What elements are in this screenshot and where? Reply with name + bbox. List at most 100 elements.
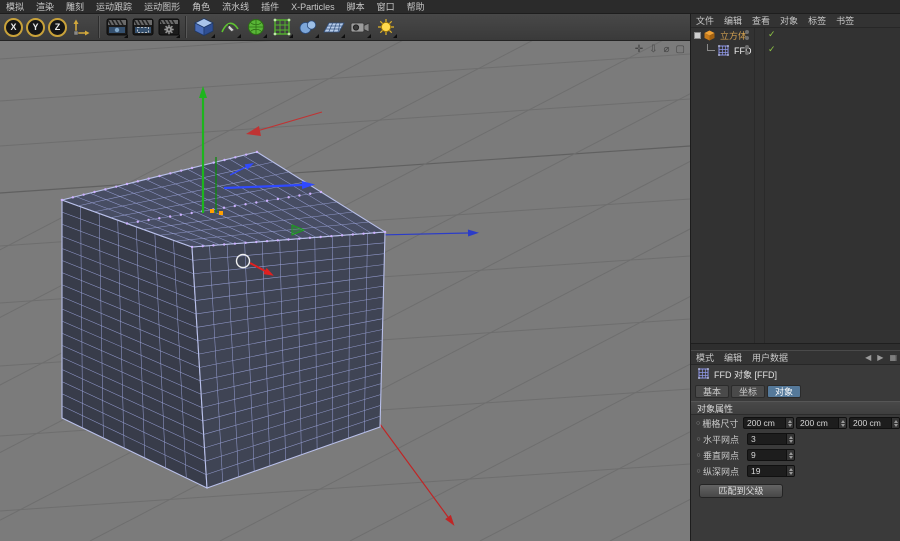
match-to-parent-button[interactable]: 匹配到父级 [699,484,783,498]
rotate-view-icon[interactable]: ⌀ [664,44,670,56]
panel-menu-item[interactable]: 文件 [691,14,719,27]
field-value[interactable]: 200 cm [850,418,891,428]
field-value[interactable]: 19 [748,466,786,476]
panel-menu-item[interactable]: 编辑 [719,351,747,364]
axis-z-lock-button[interactable]: Z [48,17,67,37]
menubar-item[interactable]: 脚本 [341,0,371,13]
panel-menu-item[interactable]: 编辑 [719,14,747,27]
number-field[interactable]: 200 cm [849,417,900,429]
stepper[interactable] [786,450,794,460]
attribute-tab[interactable]: 基本 [695,384,730,398]
field-value[interactable]: 3 [748,434,786,444]
object-row[interactable]: FFD ✓ [691,43,900,58]
column-separator [754,28,755,343]
axis-x-lock-button[interactable]: X [4,17,23,37]
field-group: 19 [747,465,795,477]
floor-icon[interactable] [321,15,346,39]
attribute-label: 垂直网点 [703,450,740,461]
enable-check-tag[interactable]: ✓ [768,44,776,55]
visibility-dots[interactable] [745,30,749,40]
expand-toggle[interactable] [694,32,701,39]
axis-y-label: Y [32,22,39,32]
panel-menu-item[interactable]: 标签 [803,14,831,27]
attribute-title: FFD 对象 [FFD] [714,369,777,380]
coordinate-system-icon[interactable] [69,15,94,39]
stepper[interactable] [786,466,794,476]
menubar-item[interactable]: X-Particles [285,2,341,12]
menubar-item[interactable]: 帮助 [401,0,431,13]
subdivision-surface-icon[interactable] [243,15,268,39]
field-group: 3 [747,433,795,445]
toolbar-separator [185,16,187,38]
field-value[interactable]: 200 cm [797,418,838,428]
viewport-nav: ✛ ⇩ ⌀ ▢ [635,44,685,56]
stepper[interactable] [891,418,899,428]
menubar-item[interactable]: 流水线 [216,0,255,13]
panel-menu-item[interactable]: 对象 [775,14,803,27]
number-field[interactable]: 200 cm [743,417,794,429]
field-value[interactable]: 200 cm [744,418,785,428]
history-forward-icon[interactable]: ▶ [874,353,886,362]
panel-menu-item[interactable]: 模式 [691,351,719,364]
attribute-manager-menu: 模式 编辑 用户数据 ◀ ▶ ▦ [691,351,900,365]
toggle-view-icon[interactable]: ▢ [676,44,685,56]
keyframe-dot[interactable]: ○ [694,436,703,443]
stepper[interactable] [838,418,846,428]
stepper[interactable] [786,434,794,444]
object-manager-menu: 文件 编辑 查看 对象 标签 书签 [691,14,900,28]
light-icon[interactable] [373,15,398,39]
ffd-object-icon[interactable] [718,44,730,57]
field-value[interactable]: 9 [748,450,786,460]
menubar-item[interactable]: 插件 [255,0,285,13]
menubar-item[interactable]: 运动图形 [138,0,186,13]
stepper[interactable] [785,418,793,428]
right-panel: 文件 编辑 查看 对象 标签 书签 立方体 ✓ FFD ✓ 模式 编辑 用户数据 ◀ ▶ ▦ FFD 对象… [690,14,900,541]
viewport[interactable]: ✛ ⇩ ⌀ ▢ [0,41,690,541]
axis-y-lock-button[interactable]: Y [26,17,45,37]
cube-object-icon[interactable] [704,30,716,42]
menubar-item[interactable]: 窗口 [371,0,401,13]
dolly-view-icon[interactable]: ⇩ [649,44,657,56]
object-manager[interactable]: 立方体 ✓ FFD ✓ [691,28,900,343]
number-field[interactable]: 19 [747,465,795,477]
panel-menu-item[interactable]: 书签 [831,14,859,27]
attribute-label: 水平网点 [703,434,740,445]
attribute-rows: ○ 栅格尺寸 200 cm 200 cm 200 cm ○ 水平网点 3 ○ 垂直网点 9 ○ 纵深网点… [691,415,900,479]
enable-check-tag[interactable]: ✓ [768,29,776,40]
history-back-icon[interactable]: ◀ [862,353,874,362]
attribute-manager: 模式 编辑 用户数据 ◀ ▶ ▦ FFD 对象 [FFD] 基本 坐标 对象 对象属性 ○ 栅格… [691,351,900,541]
number-field[interactable]: 200 cm [796,417,847,429]
deformer-icon[interactable] [269,15,294,39]
object-label[interactable]: 立方体 [720,29,747,42]
section-header[interactable]: 对象属性 [691,401,900,415]
render-region-icon[interactable] [130,15,155,39]
spline-pen-icon[interactable] [217,15,242,39]
column-separator [764,28,765,343]
attribute-tab[interactable]: 对象 [767,384,802,398]
render-view-icon[interactable] [104,15,129,39]
volume-icon[interactable] [295,15,320,39]
camera-icon[interactable] [347,15,372,39]
number-field[interactable]: 3 [747,433,795,445]
object-row[interactable]: 立方体 ✓ [691,28,900,43]
menubar-item[interactable]: 渲染 [30,0,60,13]
keyframe-dot[interactable]: ○ [694,452,703,459]
visibility-dots[interactable] [745,45,749,55]
menubar-item[interactable]: 运动跟踪 [90,0,138,13]
attribute-row: ○ 垂直网点 9 [691,447,900,463]
panel-divider[interactable] [691,343,900,351]
primitive-cube-icon[interactable] [191,15,216,39]
number-field[interactable]: 9 [747,449,795,461]
pan-view-icon[interactable]: ✛ [635,44,643,56]
attribute-tab[interactable]: 坐标 [731,384,766,398]
menubar-item[interactable]: 模拟 [0,0,30,13]
attribute-row: ○ 栅格尺寸 200 cm 200 cm 200 cm [691,415,900,431]
panel-menu-item[interactable]: 用户数据 [747,351,793,364]
keyframe-dot[interactable]: ○ [694,468,703,475]
panel-menu-item[interactable]: 查看 [747,14,775,27]
keyframe-dot[interactable]: ○ [694,420,702,427]
panel-layout-icon[interactable]: ▦ [886,353,900,362]
menubar-item[interactable]: 雕刻 [60,0,90,13]
render-settings-icon[interactable] [156,15,181,39]
menubar-item[interactable]: 角色 [186,0,216,13]
